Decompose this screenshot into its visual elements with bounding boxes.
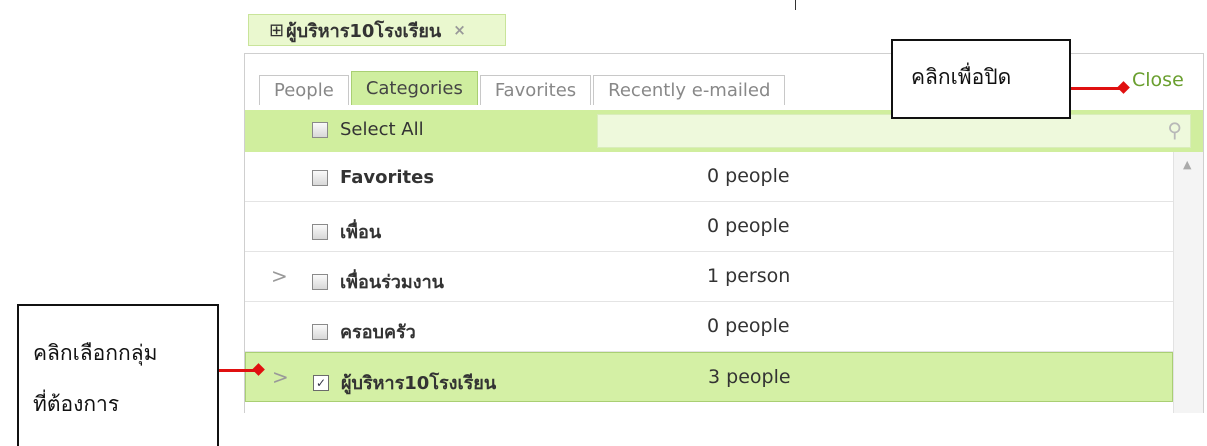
- select-all-toggle[interactable]: Select All: [312, 119, 424, 140]
- tab-recently-emailed[interactable]: Recently e-mailed: [593, 75, 786, 105]
- row-check-group: เพื่อนร่วมงาน: [312, 267, 444, 296]
- list-item-selected[interactable]: > ✓ ผู้บริหาร10โรงเรียน 3 people: [245, 352, 1173, 402]
- people-count: 0 people: [707, 165, 790, 187]
- close-callout-text: คลิกเพื่อปิด: [911, 65, 1012, 89]
- tab-favorites[interactable]: Favorites: [479, 75, 592, 105]
- list-item[interactable]: > เพื่อนร่วมงาน 1 person: [245, 252, 1173, 302]
- row-check-group: ครอบครัว: [312, 317, 416, 346]
- category-name: ผู้บริหาร10โรงเรียน: [341, 373, 497, 394]
- callout-arrow-line: [1071, 87, 1122, 90]
- row-checkbox-checked[interactable]: ✓: [313, 374, 329, 391]
- list-item[interactable]: Favorites 0 people: [245, 152, 1173, 202]
- select-all-label: Select All: [340, 119, 424, 140]
- chevron-right-icon[interactable]: >: [272, 365, 289, 389]
- divider-line: [795, 0, 796, 10]
- tab-strip: People Categories Favorites Recently e-m…: [259, 71, 787, 105]
- row-checkbox[interactable]: [312, 169, 328, 186]
- category-name: ครอบครัว: [340, 322, 416, 343]
- search-input[interactable]: ⚲: [597, 114, 1191, 148]
- tab-people[interactable]: People: [259, 75, 349, 105]
- group-callout-line2: ที่ต้องการ: [33, 392, 120, 416]
- category-chip-label: ผู้บริหาร10โรงเรียน: [286, 20, 442, 42]
- chevron-right-icon[interactable]: >: [271, 264, 288, 288]
- scroll-up-icon[interactable]: ▲: [1183, 158, 1191, 171]
- close-link[interactable]: Close: [1132, 69, 1184, 91]
- select-all-checkbox[interactable]: [312, 121, 328, 138]
- row-checkbox[interactable]: [312, 223, 328, 240]
- row-checkbox[interactable]: [312, 323, 328, 340]
- category-chip[interactable]: ⊞ ผู้บริหาร10โรงเรียน ×: [248, 14, 506, 46]
- plus-square-icon: ⊞: [269, 19, 285, 41]
- row-checkbox[interactable]: [312, 273, 328, 290]
- category-list: Favorites 0 people เพื่อน 0 people > เพื…: [245, 152, 1173, 402]
- list-item[interactable]: ครอบครัว 0 people: [245, 302, 1173, 352]
- search-icon[interactable]: ⚲: [1167, 118, 1182, 142]
- row-check-group: เพื่อน: [312, 217, 381, 246]
- category-name: Favorites: [340, 167, 435, 188]
- close-callout: คลิกเพื่อปิด: [891, 39, 1071, 119]
- category-name: เพื่อนร่วมงาน: [340, 272, 444, 293]
- people-count: 0 people: [707, 215, 790, 237]
- people-count: 3 people: [708, 366, 791, 388]
- remove-chip-icon[interactable]: ×: [453, 21, 466, 39]
- vertical-scrollbar[interactable]: ▲: [1173, 152, 1203, 413]
- row-check-group: ✓ ผู้บริหาร10โรงเรียน: [313, 368, 496, 397]
- people-count: 1 person: [707, 265, 791, 287]
- row-check-group: Favorites: [312, 167, 434, 188]
- tab-categories[interactable]: Categories: [350, 71, 478, 105]
- group-callout: คลิกเลือกกลุ่ม ที่ต้องการ: [17, 304, 219, 446]
- list-item[interactable]: เพื่อน 0 people: [245, 202, 1173, 252]
- people-count: 0 people: [707, 315, 790, 337]
- category-name: เพื่อน: [340, 222, 382, 243]
- group-callout-line1: คลิกเลือกกลุ่ม: [33, 341, 158, 365]
